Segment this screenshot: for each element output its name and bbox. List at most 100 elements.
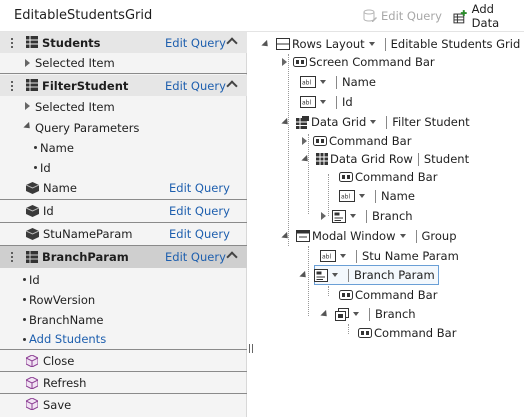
- add-students-row[interactable]: Add Students: [0, 329, 247, 350]
- drag-handle-icon[interactable]: [10, 251, 14, 262]
- collapse-chevron-icon[interactable]: [226, 80, 238, 92]
- property-name[interactable]: Name Edit Query: [0, 177, 247, 200]
- param-name[interactable]: Name: [0, 137, 247, 158]
- control-label: Name: [381, 189, 415, 203]
- property-cube-icon: [26, 182, 39, 194]
- method-label: Save: [43, 397, 72, 412]
- tree-node-row-command-bar[interactable]: Command Bar: [339, 168, 437, 186]
- tree-node-row-name[interactable]: abl Name: [339, 187, 415, 205]
- method-save[interactable]: Save: [0, 394, 247, 415]
- tree-node-modal-window[interactable]: Modal Window Group: [281, 227, 457, 245]
- collapse-arrow-icon[interactable]: [301, 154, 311, 164]
- field-label: BranchName: [29, 312, 104, 327]
- modal-window-icon: [296, 230, 310, 242]
- param-id[interactable]: Id: [0, 157, 247, 178]
- tree-node-grid-command-bar[interactable]: Command Bar: [302, 132, 411, 150]
- separator: [348, 268, 349, 282]
- collapse-chevron-icon[interactable]: [226, 251, 238, 263]
- tree-node-id[interactable]: abl Id: [300, 93, 353, 111]
- branch-field-id[interactable]: Id: [0, 269, 247, 290]
- tree-node-stu-name-param[interactable]: abl Stu Name Param: [320, 247, 459, 265]
- details-picker-icon: [314, 268, 328, 282]
- edit-query-link[interactable]: Edit Query: [169, 181, 230, 195]
- section-branchparam[interactable]: BranchParam Edit Query: [0, 246, 247, 268]
- edit-query-link[interactable]: Edit Query: [169, 204, 230, 218]
- edit-query-button[interactable]: Edit Query: [363, 7, 442, 25]
- add-students-link[interactable]: Add Students: [29, 332, 106, 346]
- method-refresh[interactable]: Refresh: [0, 373, 247, 394]
- expand-arrow-icon[interactable]: [321, 212, 326, 220]
- property-id[interactable]: Id Edit Query: [0, 200, 247, 223]
- tree-node-rows-layout[interactable]: Rows Layout Editable Students Grid: [261, 35, 520, 53]
- tree-node-data-grid-row[interactable]: Data Grid Row Student: [301, 150, 470, 168]
- branch-field-rowversion[interactable]: RowVersion: [0, 289, 247, 310]
- collapse-arrow-icon[interactable]: [320, 309, 330, 319]
- dropdown-arrow-icon[interactable]: [332, 273, 338, 277]
- control-label: Command Bar: [374, 326, 457, 340]
- method-cube-icon: [26, 355, 38, 367]
- bullet-icon: [23, 318, 26, 321]
- data-members-panel: Students Edit Query Selected Item Filter…: [0, 32, 247, 417]
- add-data-button[interactable]: Add Data: [453, 2, 524, 30]
- drag-handle-icon[interactable]: [10, 80, 14, 91]
- bullet-icon: [34, 166, 37, 169]
- property-stunameparam[interactable]: StuNameParam Edit Query: [0, 223, 247, 246]
- section-students[interactable]: Students Edit Query: [0, 32, 247, 53]
- command-bar-icon: [358, 328, 372, 338]
- expand-arrow-icon[interactable]: [25, 102, 30, 110]
- separator: [336, 75, 337, 89]
- tree-node-branch[interactable]: Branch: [320, 305, 416, 323]
- dropdown-arrow-icon[interactable]: [399, 234, 406, 238]
- tree-node-data-grid[interactable]: Data Grid Filter Student: [281, 113, 470, 131]
- field-label: Id: [29, 272, 40, 287]
- edit-query-label: Edit Query: [381, 9, 442, 23]
- section-filterstudent[interactable]: FilterStudent Edit Query: [0, 75, 247, 96]
- dropdown-arrow-icon[interactable]: [340, 254, 346, 258]
- selected-item-filterstudent[interactable]: Selected Item: [0, 96, 247, 117]
- details-picker-icon: [332, 209, 346, 223]
- collapse-arrow-icon[interactable]: [23, 121, 33, 132]
- collapse-arrow-icon[interactable]: [299, 270, 309, 280]
- separator: [336, 95, 337, 109]
- edit-query-link[interactable]: Edit Query: [165, 79, 226, 93]
- expand-arrow-icon[interactable]: [302, 137, 307, 145]
- tree-node-name[interactable]: abl Name: [300, 73, 376, 91]
- param-label: Name: [40, 140, 74, 155]
- edit-query-link[interactable]: Edit Query: [169, 227, 230, 241]
- separator: [415, 229, 417, 243]
- dropdown-arrow-icon[interactable]: [320, 80, 326, 84]
- collapse-arrow-icon[interactable]: [261, 39, 271, 49]
- collapse-arrow-icon[interactable]: [281, 231, 291, 241]
- expand-arrow-icon[interactable]: [25, 59, 30, 67]
- panel-splitter[interactable]: [249, 344, 253, 353]
- dropdown-arrow-icon[interactable]: [368, 42, 375, 46]
- control-label: Student: [423, 152, 470, 166]
- collapse-chevron-icon[interactable]: [226, 37, 238, 49]
- query-parameters[interactable]: Query Parameters: [0, 117, 247, 138]
- dropdown-arrow-icon[interactable]: [320, 100, 326, 104]
- dropdown-arrow-icon[interactable]: [353, 312, 359, 316]
- section-name: Students: [42, 35, 101, 50]
- edit-query-link[interactable]: Edit Query: [165, 250, 226, 264]
- separator: [369, 307, 370, 321]
- collapse-arrow-icon[interactable]: [281, 117, 291, 127]
- edit-query-link[interactable]: Edit Query: [165, 36, 226, 50]
- separator: [356, 249, 357, 263]
- selected-item-students[interactable]: Selected Item: [0, 53, 247, 74]
- method-close[interactable]: Close: [0, 351, 247, 372]
- tree-node-branch-param[interactable]: Branch Param: [299, 266, 435, 284]
- property-cube-icon: [26, 228, 39, 240]
- expand-arrow-icon[interactable]: [282, 58, 287, 66]
- tree-node-screen-command-bar[interactable]: Screen Command Bar: [282, 53, 435, 71]
- dropdown-arrow-icon[interactable]: [350, 214, 356, 218]
- tree-node-branch-param-command-bar[interactable]: Command Bar: [339, 286, 437, 304]
- dropdown-arrow-icon[interactable]: [370, 120, 377, 124]
- drag-handle-icon[interactable]: [10, 37, 14, 48]
- tree-node-branch-command-bar[interactable]: Command Bar: [358, 324, 456, 342]
- tree-node-row-branch[interactable]: Branch: [321, 207, 413, 225]
- branch-field-branchname[interactable]: BranchName: [0, 309, 247, 330]
- dropdown-arrow-icon[interactable]: [359, 194, 365, 198]
- control-label: Command Bar: [355, 170, 438, 184]
- param-label: Id: [40, 160, 51, 175]
- method-label: Refresh: [43, 376, 87, 390]
